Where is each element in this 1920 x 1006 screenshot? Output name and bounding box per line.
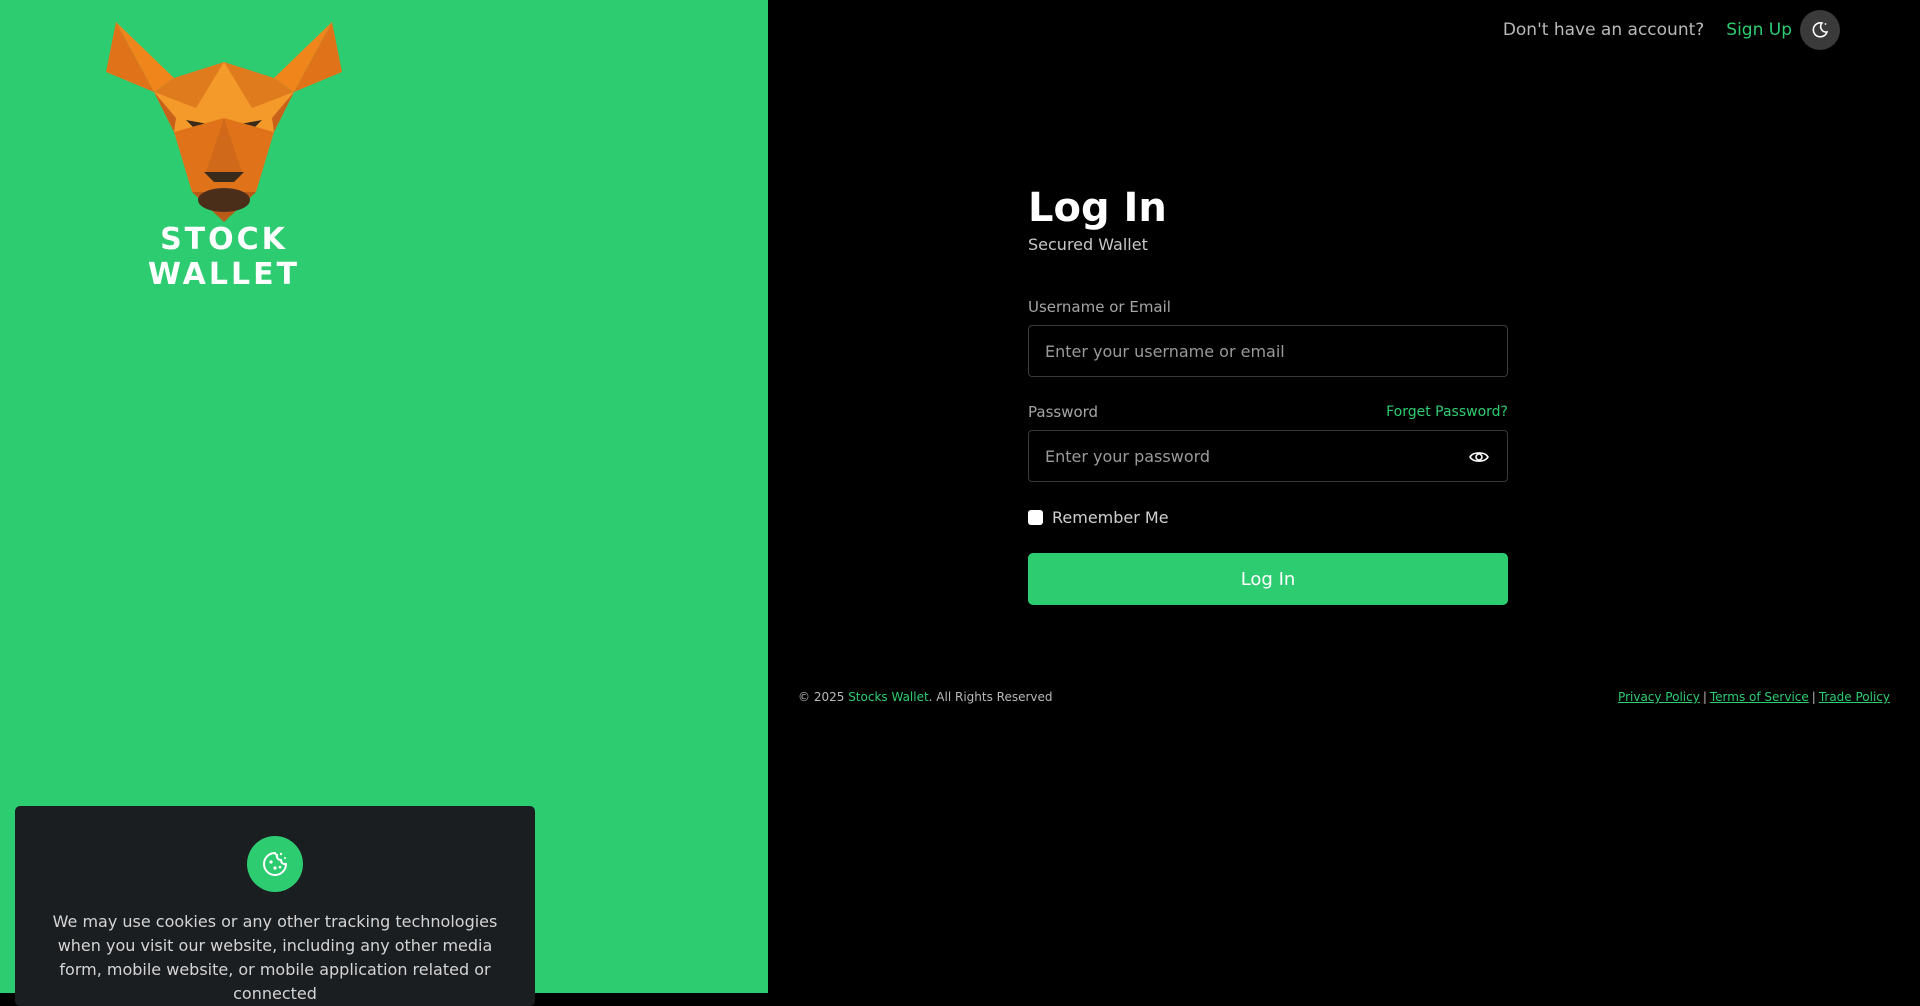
terms-of-service-link[interactable]: Terms of Service [1710,690,1809,704]
username-label: Username or Email [1028,298,1171,316]
cookie-text: We may use cookies or any other tracking… [52,912,498,1003]
brand-name: STOCK WALLET [147,222,301,292]
footer-separator: | [1811,690,1816,704]
moon-icon [1812,22,1829,38]
login-form: Log In Secured Wallet Username or Email … [1028,185,1508,605]
forgot-password-link[interactable]: Forget Password? [1386,404,1508,420]
password-label-row: Password Forget Password? [1028,403,1508,421]
password-label: Password [1028,403,1099,421]
eye-icon[interactable] [1469,448,1489,466]
cookie-banner: We may use cookies or any other tracking… [15,806,535,1006]
rights-text: . All Rights Reserved [928,690,1053,704]
bull-head-logo [106,22,342,222]
signup-question: Don't have an account? [1502,20,1705,40]
brand-panel: STOCK WALLET We may use cookies or any o… [0,0,768,1006]
theme-toggle-button[interactable] [1800,10,1840,50]
copyright: © 2025 Stocks Wallet. All Rights Reserve… [798,690,1053,704]
footer-links: Privacy Policy | Terms of Service | Trade Po… [1618,690,1890,704]
signup-link[interactable]: Sign Up [1726,20,1792,40]
username-field-wrapper [1028,325,1508,377]
remember-me-row: Remember Me [1028,508,1508,527]
page-title: Log In [1028,185,1167,231]
remember-me-label[interactable]: Remember Me [1052,508,1169,527]
login-panel: Don't have an account? Sign Up Log In Se… [768,0,1920,993]
topbar: Don't have an account? Sign Up [1503,10,1840,50]
password-field-wrapper [1028,430,1508,482]
privacy-policy-link[interactable]: Privacy Policy [1618,690,1700,704]
password-input[interactable] [1029,431,1507,481]
footer: © 2025 Stocks Wallet. All Rights Reserve… [798,690,1890,704]
trade-policy-link[interactable]: Trade Policy [1819,690,1890,704]
footer-separator: | [1702,690,1707,704]
company-link[interactable]: Stocks Wallet [848,690,928,704]
remember-me-checkbox[interactable] [1028,510,1043,525]
copyright-year: © 2025 [798,690,845,704]
username-input[interactable] [1029,326,1507,376]
page-subtitle: Secured Wallet [1028,235,1148,254]
login-button[interactable]: Log In [1028,553,1508,605]
brand-logo: STOCK WALLET [96,22,352,292]
cookie-icon [247,836,303,892]
